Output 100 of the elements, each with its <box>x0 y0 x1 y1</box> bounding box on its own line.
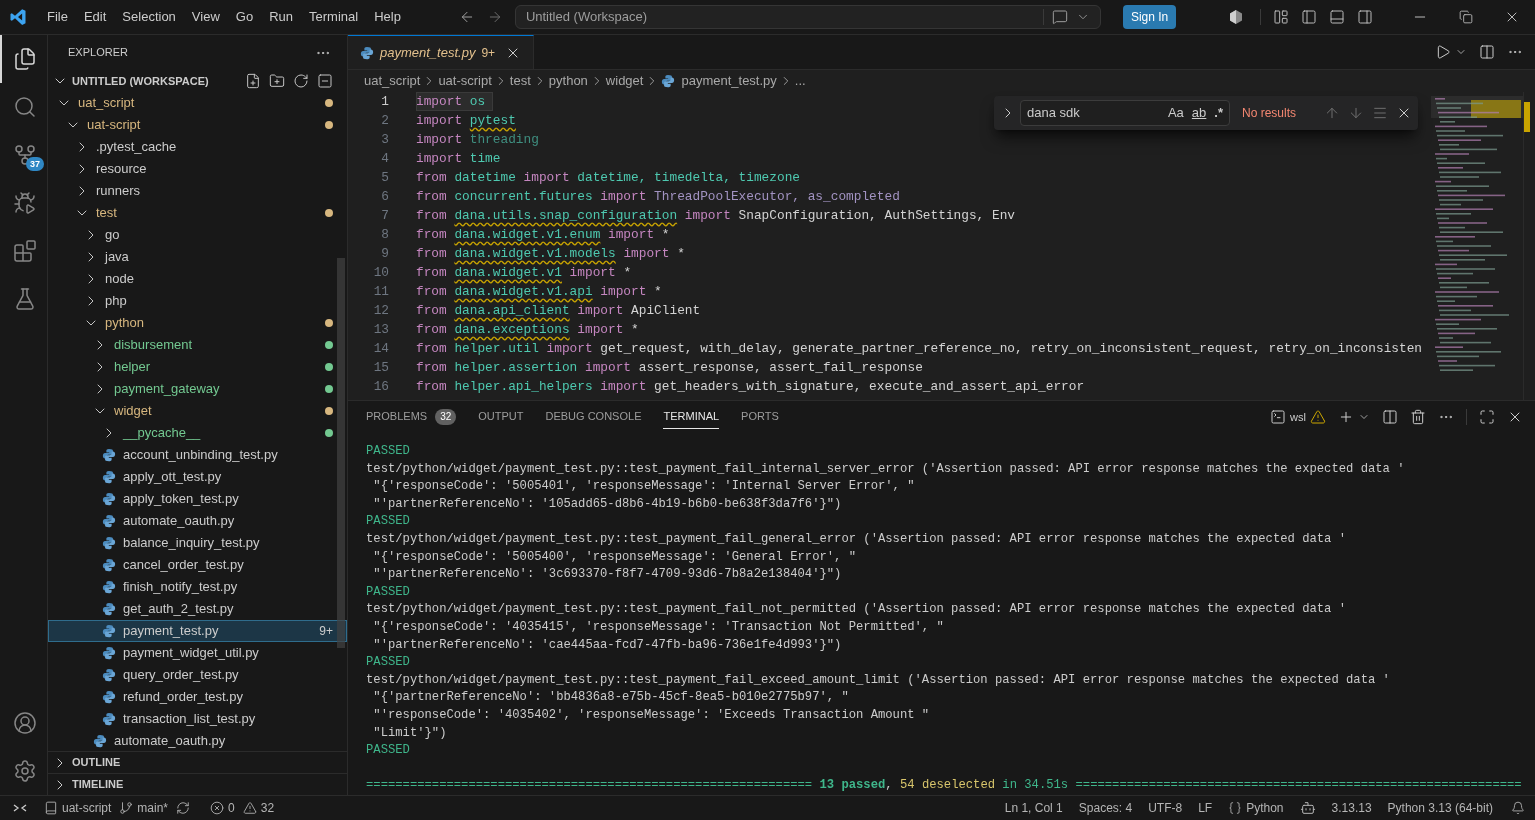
tree-item[interactable]: get_auth_2_test.py <box>48 598 347 620</box>
panel-tab[interactable]: PORTS <box>741 405 779 429</box>
settings-icon[interactable] <box>13 759 37 783</box>
tree-item[interactable]: apply_ott_test.py <box>48 466 347 488</box>
tree-item[interactable]: php <box>48 290 347 312</box>
status-item[interactable]: Ln 1, Col 1 <box>1004 799 1063 817</box>
tree-item[interactable]: uat_script <box>48 92 347 114</box>
menu-item[interactable]: Edit <box>75 3 115 31</box>
tree-item[interactable]: query_order_test.py <box>48 664 347 686</box>
status-item[interactable]: 3.13.13 <box>1331 799 1372 817</box>
tree-item[interactable]: cancel_order_test.py <box>48 554 347 576</box>
toggle-sidebar-icon[interactable] <box>1301 9 1317 25</box>
customize-layout-icon[interactable] <box>1273 9 1289 25</box>
menu-item[interactable]: Help <box>366 3 409 31</box>
split-editor-icon[interactable] <box>1479 44 1495 60</box>
breadcrumb-item[interactable]: uat-script <box>438 71 492 91</box>
tree-item[interactable]: refund_order_test.py <box>48 686 347 708</box>
command-center[interactable]: Untitled (Workspace) <box>514 5 1101 29</box>
search-icon[interactable] <box>13 95 37 119</box>
tree-item[interactable]: account_unbinding_test.py <box>48 444 347 466</box>
tree-item[interactable]: widget <box>48 400 347 422</box>
split-terminal-icon[interactable] <box>1382 409 1398 425</box>
tree-item[interactable]: helper <box>48 356 347 378</box>
menu-item[interactable]: Selection <box>114 3 184 31</box>
status-item[interactable]: 0 32 <box>206 799 279 817</box>
tree-item[interactable]: test <box>48 202 347 224</box>
restore-icon[interactable] <box>1459 10 1473 24</box>
maximize-icon[interactable] <box>1479 409 1495 425</box>
flask-icon[interactable] <box>13 287 37 311</box>
status-item[interactable]: UTF-8 <box>1148 799 1183 817</box>
tree-item[interactable]: automate_oauth.py <box>48 730 347 751</box>
refresh-icon[interactable] <box>293 73 309 89</box>
menu-item[interactable]: Run <box>261 3 301 31</box>
warning-icon[interactable] <box>1310 409 1326 425</box>
toggle-secondary-sidebar-icon[interactable] <box>1357 9 1373 25</box>
trash-icon[interactable] <box>1410 409 1426 425</box>
breadcrumb-item[interactable]: widget <box>605 71 644 91</box>
find-input[interactable]: dana sdk Aa ab .* <box>1020 100 1230 126</box>
tree-item[interactable]: .pytest_cache <box>48 136 347 158</box>
tree-item[interactable]: resource <box>48 158 347 180</box>
status-item[interactable]: main* <box>115 799 173 817</box>
tree-item[interactable]: python <box>48 312 347 334</box>
section-header[interactable]: OUTLINE <box>48 751 347 773</box>
find-option[interactable]: .* <box>1214 103 1223 123</box>
menu-item[interactable]: Go <box>227 3 262 31</box>
activity-button[interactable]: 37 <box>0 131 48 179</box>
toggle-panel-icon[interactable] <box>1329 9 1345 25</box>
status-item[interactable]: uat-script <box>40 799 116 817</box>
run-icon[interactable] <box>1435 44 1451 60</box>
tree-item[interactable]: payment_gateway <box>48 378 347 400</box>
tree-item[interactable]: java <box>48 246 347 268</box>
tree-item[interactable]: automate_oauth.py <box>48 510 347 532</box>
status-item[interactable]: Spaces: 4 <box>1078 799 1133 817</box>
breadcrumb-item[interactable]: uat_script <box>364 71 421 91</box>
new-terminal-icon[interactable] <box>1338 409 1354 425</box>
tree-item[interactable]: __pycache__ <box>48 422 347 444</box>
tree-item[interactable]: balance_inquiry_test.py <box>48 532 347 554</box>
tree-item[interactable]: payment_test.py 9+ <box>48 620 347 642</box>
terminal-profile[interactable]: wsl <box>1290 408 1306 426</box>
extensions-icon[interactable] <box>13 239 37 263</box>
editor-tab[interactable]: payment_test.py 9+ <box>348 35 535 69</box>
find-option[interactable]: Aa <box>1167 103 1184 123</box>
tree-item[interactable]: disbursement <box>48 334 347 356</box>
new-file-icon[interactable] <box>245 73 261 89</box>
status-item[interactable]: LF <box>1198 799 1213 817</box>
sync-icon[interactable] <box>176 801 191 815</box>
status-item[interactable]: Python <box>1228 799 1284 817</box>
tree-item[interactable]: transaction_list_test.py <box>48 708 347 730</box>
tree-item[interactable]: go <box>48 224 347 246</box>
breadcrumb-item[interactable]: ... <box>794 71 806 91</box>
account-icon[interactable] <box>13 711 37 735</box>
breadcrumb-item[interactable]: python <box>548 71 588 91</box>
tree-item[interactable]: payment_widget_util.py <box>48 642 347 664</box>
panel-tab[interactable]: OUTPUT <box>478 405 524 429</box>
tree-item[interactable]: finish_notify_test.py <box>48 576 347 598</box>
new-folder-icon[interactable] <box>269 73 285 89</box>
status-item[interactable]: Python 3.13 (64-bit) <box>1387 799 1493 817</box>
scrollbar-thumb[interactable] <box>337 258 345 648</box>
panel-tab[interactable]: TERMINAL <box>663 405 720 429</box>
terminal-icon[interactable] <box>1270 409 1287 425</box>
tree-item[interactable]: uat-script <box>48 114 347 136</box>
tree-item[interactable]: node <box>48 268 347 290</box>
find-in-selection-icon[interactable] <box>1372 105 1388 121</box>
breadcrumb-item[interactable]: payment_test.py <box>681 71 777 91</box>
files-icon[interactable] <box>13 47 37 71</box>
menu-item[interactable]: Terminal <box>301 3 367 31</box>
tree-item[interactable]: runners <box>48 180 347 202</box>
panel-tab[interactable]: PROBLEMS 32 <box>366 405 457 429</box>
find-option[interactable]: ab <box>1191 103 1207 123</box>
panel-tab[interactable]: DEBUG CONSOLE <box>545 405 642 429</box>
chat-icon[interactable] <box>1051 9 1068 25</box>
tree-item[interactable]: apply_token_test.py <box>48 488 347 510</box>
menu-item[interactable]: File <box>39 3 76 31</box>
menu-item[interactable]: View <box>183 3 228 31</box>
collapse-all-icon[interactable] <box>317 73 333 89</box>
sign-in-button[interactable]: Sign In <box>1122 5 1177 29</box>
breadcrumb-item[interactable]: test <box>509 71 531 91</box>
run-debug-icon[interactable] <box>13 191 37 215</box>
workspace-header[interactable]: UNTITLED (WORKSPACE) <box>48 70 347 92</box>
bell-icon[interactable] <box>1511 801 1525 815</box>
